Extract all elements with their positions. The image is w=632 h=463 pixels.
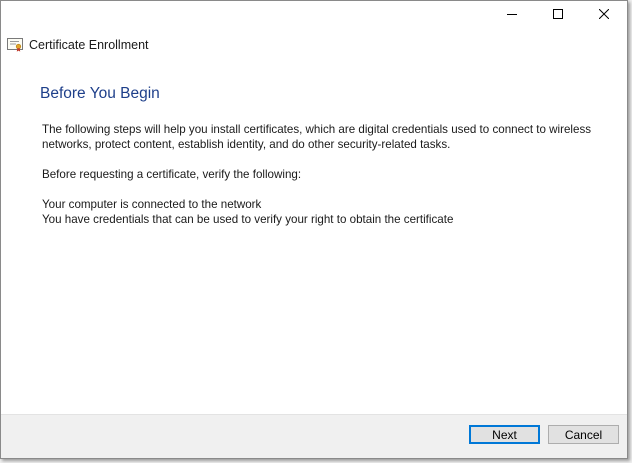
minimize-icon xyxy=(507,14,517,15)
certificate-enrollment-window: Certificate Enrollment Before You Begin … xyxy=(0,0,628,459)
next-button[interactable]: Next xyxy=(469,425,540,444)
title-bar: Certificate Enrollment xyxy=(7,36,149,54)
window-caption-buttons xyxy=(489,1,627,27)
cancel-button[interactable]: Cancel xyxy=(548,425,619,444)
requirement-item: You have credentials that can be used to… xyxy=(42,213,454,226)
window-title: Certificate Enrollment xyxy=(29,38,149,52)
page-content: The following steps will help you instal… xyxy=(42,122,617,227)
minimize-button[interactable] xyxy=(489,1,535,27)
wizard-footer: Next Cancel xyxy=(1,414,627,458)
verify-paragraph: Before requesting a certificate, verify … xyxy=(42,168,302,181)
certificate-icon xyxy=(7,38,23,52)
maximize-icon xyxy=(553,9,563,19)
close-icon xyxy=(599,9,609,19)
close-button[interactable] xyxy=(581,1,627,27)
maximize-button[interactable] xyxy=(535,1,581,27)
requirement-item: Your computer is connected to the networ… xyxy=(42,198,262,211)
page-heading: Before You Begin xyxy=(40,85,160,102)
intro-paragraph: The following steps will help you instal… xyxy=(42,123,592,151)
